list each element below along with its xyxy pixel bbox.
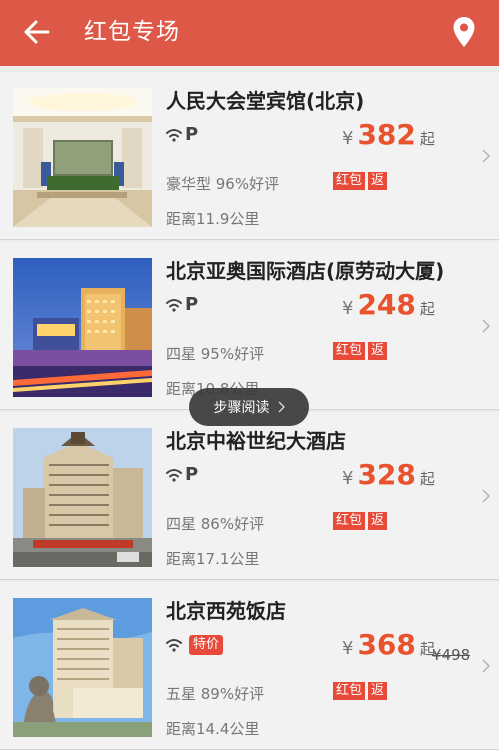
price-value: 248 [357,288,416,321]
step-reading-button[interactable]: 步骤阅读 [189,388,309,426]
step-reading-label: 步骤阅读 [213,400,270,416]
special-offer-badge: 特价 [189,635,224,655]
price: ¥328 起 [342,458,435,491]
price-value: 328 [357,458,416,491]
price-value: 368 [357,628,416,661]
price-suffix: 起 [419,470,435,488]
chevron-right-icon [278,401,285,413]
hotel-card[interactable]: 北京亚奥国际酒店(原劳动大厦) P ¥248起 四星 95%好评 红包 返 距离… [0,242,499,410]
promo-tags: 红包 返 [333,172,390,190]
promo-tags: 红包 返 [333,342,390,360]
amenities: P [166,124,198,146]
promo-tags: 红包 返 [333,682,390,700]
back-arrow-icon[interactable] [22,17,52,47]
promo-tags: 红包 返 [333,512,390,530]
chevron-right-icon [482,319,491,333]
hotel-distance: 距离17.1公里 [166,550,260,568]
wifi-icon [166,299,182,312]
amenities: P [166,294,198,316]
hotel-name: 北京亚奥国际酒店(原劳动大厦) [166,259,445,283]
red-packet-tag: 红包 [333,342,366,360]
location-pin-icon[interactable] [452,16,476,48]
hotel-rating: 五星 89%好评 [166,685,265,703]
cashback-tag: 返 [368,172,388,190]
hotel-rating: 四星 86%好评 [166,515,265,533]
currency-symbol: ¥ [342,638,354,659]
price-suffix: 起 [419,300,435,318]
currency-symbol: ¥ [342,298,354,319]
price: ¥368 起 [342,628,435,661]
hotel-photo [13,598,152,737]
price: ¥382 起 [342,118,435,151]
price: ¥248 起 [342,288,435,321]
cashback-tag: 返 [368,682,388,700]
cashback-tag: 返 [368,512,388,530]
hotel-name: 人民大会堂宾馆(北京) [166,89,365,113]
hotel-name: 北京西苑饭店 [166,599,286,623]
original-price: ¥498 [432,646,471,664]
price-value: 382 [357,118,416,151]
app-bar: 红包专场 [0,0,499,66]
hotel-photo [13,88,152,227]
currency-symbol: ¥ [342,468,354,489]
wifi-icon [166,639,182,652]
price-suffix: 起 [419,130,435,148]
parking-icon: P [185,294,199,315]
page-title: 红包专场 [84,19,180,45]
amenities: 特价 [166,634,224,656]
hotel-name: 北京中裕世纪大酒店 [166,429,346,453]
cashback-tag: 返 [368,342,388,360]
hotel-card[interactable]: 北京中裕世纪大酒店 P ¥328 起 四星 86%好评 红包 返 距离17.1公里 [0,412,499,580]
parking-icon: P [185,464,199,485]
hotel-rating: 四星 95%好评 [166,345,265,363]
amenities: P [166,464,198,486]
hotel-card[interactable]: 人民大会堂宾馆(北京) P ¥382 起 豪华型 96%好评 红包 返 距离11.… [0,72,499,240]
wifi-icon [166,469,182,482]
currency-symbol: ¥ [342,128,354,149]
chevron-right-icon [482,149,491,163]
parking-icon: P [185,124,199,145]
hotel-card[interactable]: 北京西苑饭店 特价 ¥368 起 五星 89%好评 红包 返 距离14.4公里 [0,582,499,750]
chevron-right-icon [482,489,491,503]
red-packet-tag: 红包 [333,172,366,190]
hotel-distance: 距离11.9公里 [166,210,260,228]
hotel-photo [13,428,152,567]
red-packet-tag: 红包 [333,512,366,530]
red-packet-tag: 红包 [333,682,366,700]
hotel-rating: 豪华型 96%好评 [166,175,280,193]
chevron-right-icon [482,659,491,673]
hotel-distance: 距离14.4公里 [166,720,260,738]
hotel-photo [13,258,152,397]
wifi-icon [166,129,182,142]
